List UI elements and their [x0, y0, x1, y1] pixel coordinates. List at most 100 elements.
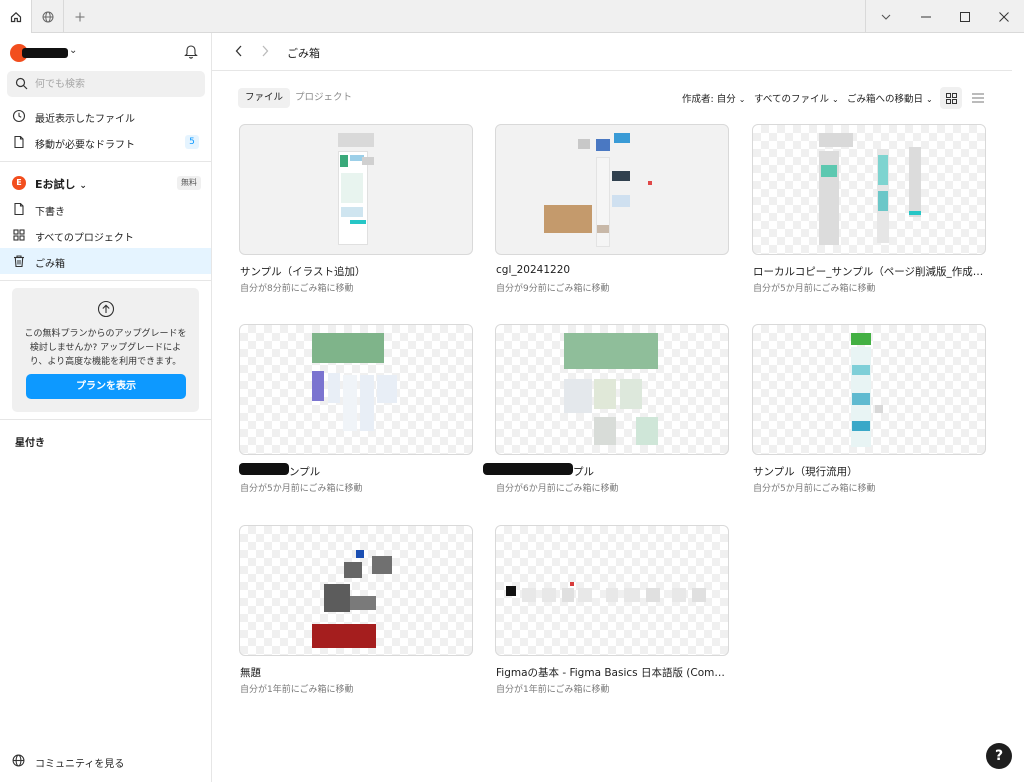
account-switcher[interactable]: ⌄ — [10, 43, 200, 63]
file-thumbnail — [495, 124, 729, 255]
file-title: Figmaの基本 - Figma Basics 日本語版 (Comm… — [496, 667, 728, 679]
home-icon — [10, 11, 21, 22]
scrollbar[interactable] — [1012, 33, 1024, 782]
team-name: Eお試し ⌄ — [35, 178, 87, 191]
file-thumbnail — [239, 525, 473, 656]
upgrade-message: この無料プランからのアップグレードを検討しませんか? アップグレードにより、より… — [24, 329, 187, 367]
sidebar-item-label: すべてのプロジェクト — [35, 233, 134, 244]
community-label: コミュニティを見る — [35, 759, 125, 770]
redacted-account-name — [22, 48, 68, 58]
file-card[interactable]: ローカルコピー_サンプル（ページ削減版_作成… 自分が5か月前にごみ箱に移動 — [752, 124, 986, 294]
plus-icon — [75, 12, 85, 21]
close-icon — [999, 11, 1009, 22]
file-subtitle: 自分が5か月前にごみ箱に移動 — [240, 484, 363, 494]
globe-icon — [12, 754, 25, 767]
file-title: cgl_20241220 — [496, 264, 571, 276]
file-title: プル — [573, 466, 594, 478]
team-avatar: E — [12, 176, 26, 190]
sidebar-item-label: 下書き — [35, 207, 65, 218]
tab-projects[interactable]: プロジェクト — [288, 88, 359, 108]
file-title: サンプル（現行流用） — [753, 466, 858, 478]
tab-files[interactable]: ファイル — [238, 88, 291, 108]
file-type-filter[interactable]: すべてのファイル ⌄ — [754, 91, 839, 105]
tabs-dropdown-button[interactable] — [866, 0, 906, 33]
sidebar-item-all-projects[interactable]: すべてのプロジェクト — [0, 222, 211, 248]
search-input[interactable] — [35, 74, 195, 94]
sidebar-item-trash[interactable]: ごみ箱 — [0, 248, 211, 274]
redacted-title — [239, 463, 289, 475]
help-button[interactable]: ? — [986, 743, 1012, 769]
file-thumbnail — [239, 124, 473, 255]
maximize-button[interactable] — [945, 0, 985, 33]
count-badge: 5 — [185, 135, 199, 149]
file-title: 無題 — [240, 667, 261, 679]
search-box[interactable] — [7, 71, 205, 97]
file-card[interactable]: プル 自分が6か月前にごみ箱に移動 — [483, 324, 729, 494]
community-tab[interactable] — [32, 0, 64, 33]
file-card[interactable]: サンプル（イラスト追加） 自分が8分前にごみ箱に移動 — [239, 124, 473, 294]
forward-button[interactable] — [260, 44, 270, 58]
file-subtitle: 自分が1年前にごみ箱に移動 — [240, 685, 354, 695]
file-card[interactable]: サンプル（現行流用） 自分が5か月前にごみ箱に移動 — [752, 324, 986, 494]
sidebar-item-recent[interactable]: 最近表示したファイル — [0, 103, 211, 129]
owner-filter[interactable]: 作成者: 自分 ⌄ — [682, 91, 745, 105]
redacted-title — [483, 463, 573, 475]
breadcrumb: ごみ箱 — [287, 47, 320, 60]
file-title: ンプル — [289, 466, 321, 478]
back-button[interactable] — [234, 44, 244, 58]
sidebar-divider — [0, 280, 211, 281]
sort-dropdown[interactable]: ごみ箱への移動日 ⌄ — [847, 91, 933, 105]
community-link[interactable]: コミュニティを見る — [0, 749, 211, 773]
main-header: ごみ箱 — [212, 33, 1012, 71]
sidebar-item-drafts[interactable]: 下書き — [0, 196, 211, 222]
globe-icon — [42, 11, 53, 22]
team-switcher[interactable]: E Eお試し ⌄ 無料 — [0, 170, 211, 196]
file-icon — [14, 135, 24, 149]
clock-icon — [12, 109, 26, 123]
starred-heading: 星付き — [15, 438, 45, 449]
sidebar-item-label: ごみ箱 — [35, 259, 65, 270]
bell-icon — [184, 45, 198, 59]
grid-icon — [13, 229, 25, 241]
view-plans-button[interactable]: プランを表示 — [26, 374, 186, 399]
file-card[interactable]: Figmaの基本 - Figma Basics 日本語版 (Comm… 自分が1… — [495, 525, 729, 695]
trash-icon — [14, 255, 24, 268]
list-view-button[interactable] — [967, 87, 989, 109]
grid-view-button[interactable] — [940, 87, 962, 109]
sidebar: ⌄ 最近表示したファイル 移動が必要なドラフト 5 E Eお試し ⌄ 無料 下書… — [0, 33, 212, 782]
chevron-down-icon: ⌄ — [69, 45, 78, 56]
file-subtitle: 自分が5か月前にごみ箱に移動 — [753, 484, 876, 494]
title-bar — [0, 0, 1024, 33]
sidebar-divider — [0, 161, 211, 162]
file-subtitle: 自分が9分前にごみ箱に移動 — [496, 284, 610, 294]
notifications-button[interactable] — [184, 43, 200, 61]
upgrade-card: この無料プランからのアップグレードを検討しませんか? アップグレードにより、より… — [12, 288, 199, 412]
file-icon — [14, 202, 24, 216]
minimize-icon — [921, 16, 931, 17]
file-card[interactable]: ンプル 自分が5か月前にごみ箱に移動 — [239, 324, 473, 494]
file-thumbnail — [752, 324, 986, 455]
sidebar-item-label: 最近表示したファイル — [35, 114, 135, 125]
minimize-button[interactable] — [906, 0, 946, 33]
grid-icon — [945, 92, 957, 104]
chevron-down-icon — [881, 14, 891, 20]
search-icon — [15, 77, 28, 90]
file-thumbnail — [239, 324, 473, 455]
file-thumbnail — [495, 324, 729, 455]
file-subtitle: 自分が5か月前にごみ箱に移動 — [753, 284, 876, 294]
new-tab-button[interactable] — [64, 0, 96, 33]
maximize-icon — [960, 11, 970, 22]
file-thumbnail — [495, 525, 729, 656]
file-subtitle: 自分が6か月前にごみ箱に移動 — [496, 484, 619, 494]
file-subtitle: 自分が1年前にごみ箱に移動 — [496, 685, 610, 695]
file-card[interactable]: 無題 自分が1年前にごみ箱に移動 — [239, 525, 473, 695]
home-tab[interactable] — [0, 0, 32, 33]
close-button[interactable] — [984, 0, 1024, 33]
file-card[interactable]: cgl_20241220 自分が9分前にごみ箱に移動 — [495, 124, 729, 294]
sidebar-item-drafts-to-move[interactable]: 移動が必要なドラフト 5 — [0, 129, 211, 155]
file-subtitle: 自分が8分前にごみ箱に移動 — [240, 284, 354, 294]
plan-badge: 無料 — [177, 176, 201, 190]
sidebar-divider — [0, 419, 211, 420]
file-title: ローカルコピー_サンプル（ページ削減版_作成… — [753, 266, 984, 278]
arrow-up-circle-icon — [97, 300, 115, 318]
